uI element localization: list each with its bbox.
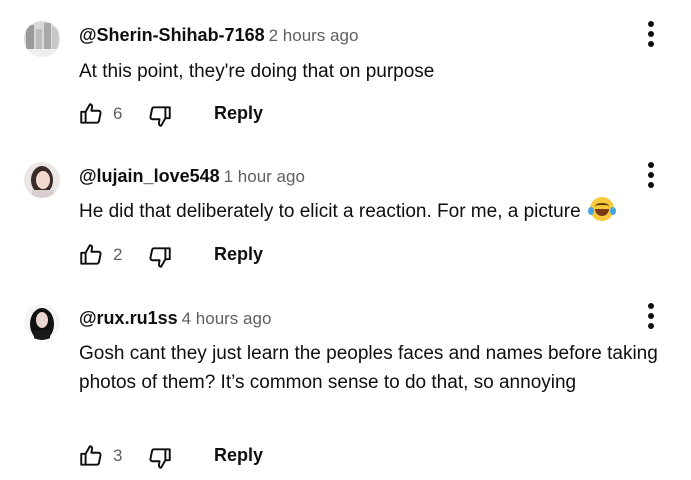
thumbs-down-icon bbox=[149, 247, 171, 268]
comment-time[interactable]: 4 hours ago bbox=[182, 309, 272, 328]
thumbs-down-icon bbox=[149, 448, 171, 469]
like-count: 6 bbox=[113, 104, 123, 123]
reply-button[interactable]: Reply bbox=[214, 445, 263, 466]
like-button[interactable] bbox=[78, 242, 104, 268]
thumbs-up-icon bbox=[80, 445, 102, 466]
like-button[interactable] bbox=[78, 101, 104, 127]
avatar[interactable] bbox=[24, 21, 60, 57]
comment-author[interactable]: @Sherin-Shihab-7168 bbox=[79, 25, 265, 45]
more-vertical-icon bbox=[648, 303, 654, 309]
author-line: @lujain_love548 1 hour ago bbox=[79, 165, 305, 188]
comment-text: At this point, they're doing that on pur… bbox=[79, 61, 435, 82]
comment-time[interactable]: 2 hours ago bbox=[269, 26, 359, 45]
dislike-button[interactable] bbox=[147, 445, 173, 471]
more-actions-button[interactable] bbox=[641, 18, 661, 50]
avatar[interactable] bbox=[24, 162, 60, 198]
author-line: @rux.ru1ss 4 hours ago bbox=[79, 307, 271, 330]
comment-text: He did that deliberately to elicit a rea… bbox=[79, 197, 664, 226]
like-count: 2 bbox=[113, 245, 123, 264]
avatar[interactable] bbox=[24, 304, 60, 340]
comment-actions: 2 Reply bbox=[0, 242, 691, 272]
comment-text-content: He did that deliberately to elicit a rea… bbox=[79, 201, 581, 222]
dislike-button[interactable] bbox=[147, 244, 173, 270]
more-actions-button[interactable] bbox=[641, 159, 661, 191]
comment-actions: 6 Reply bbox=[0, 101, 691, 131]
comment-author[interactable]: @lujain_love548 bbox=[79, 166, 220, 186]
more-vertical-icon bbox=[648, 21, 654, 27]
more-actions-button[interactable] bbox=[641, 300, 661, 332]
comment-text: Gosh cant they just learn the peoples fa… bbox=[79, 343, 658, 393]
thumbs-up-icon bbox=[80, 244, 102, 265]
comment-author[interactable]: @rux.ru1ss bbox=[79, 308, 178, 328]
thumbs-down-icon bbox=[149, 106, 171, 127]
author-line: @Sherin-Shihab-7168 2 hours ago bbox=[79, 24, 358, 47]
comment-actions: 3 Reply bbox=[0, 443, 691, 473]
reply-button[interactable]: Reply bbox=[214, 244, 263, 265]
like-button[interactable] bbox=[78, 443, 104, 469]
more-vertical-icon bbox=[648, 162, 654, 168]
dislike-button[interactable] bbox=[147, 103, 173, 129]
like-count: 3 bbox=[113, 446, 123, 465]
comment-time[interactable]: 1 hour ago bbox=[224, 167, 305, 186]
reply-button[interactable]: Reply bbox=[214, 103, 263, 124]
thumbs-up-icon bbox=[80, 103, 102, 124]
face-with-tears-of-joy-emoji bbox=[587, 197, 616, 221]
